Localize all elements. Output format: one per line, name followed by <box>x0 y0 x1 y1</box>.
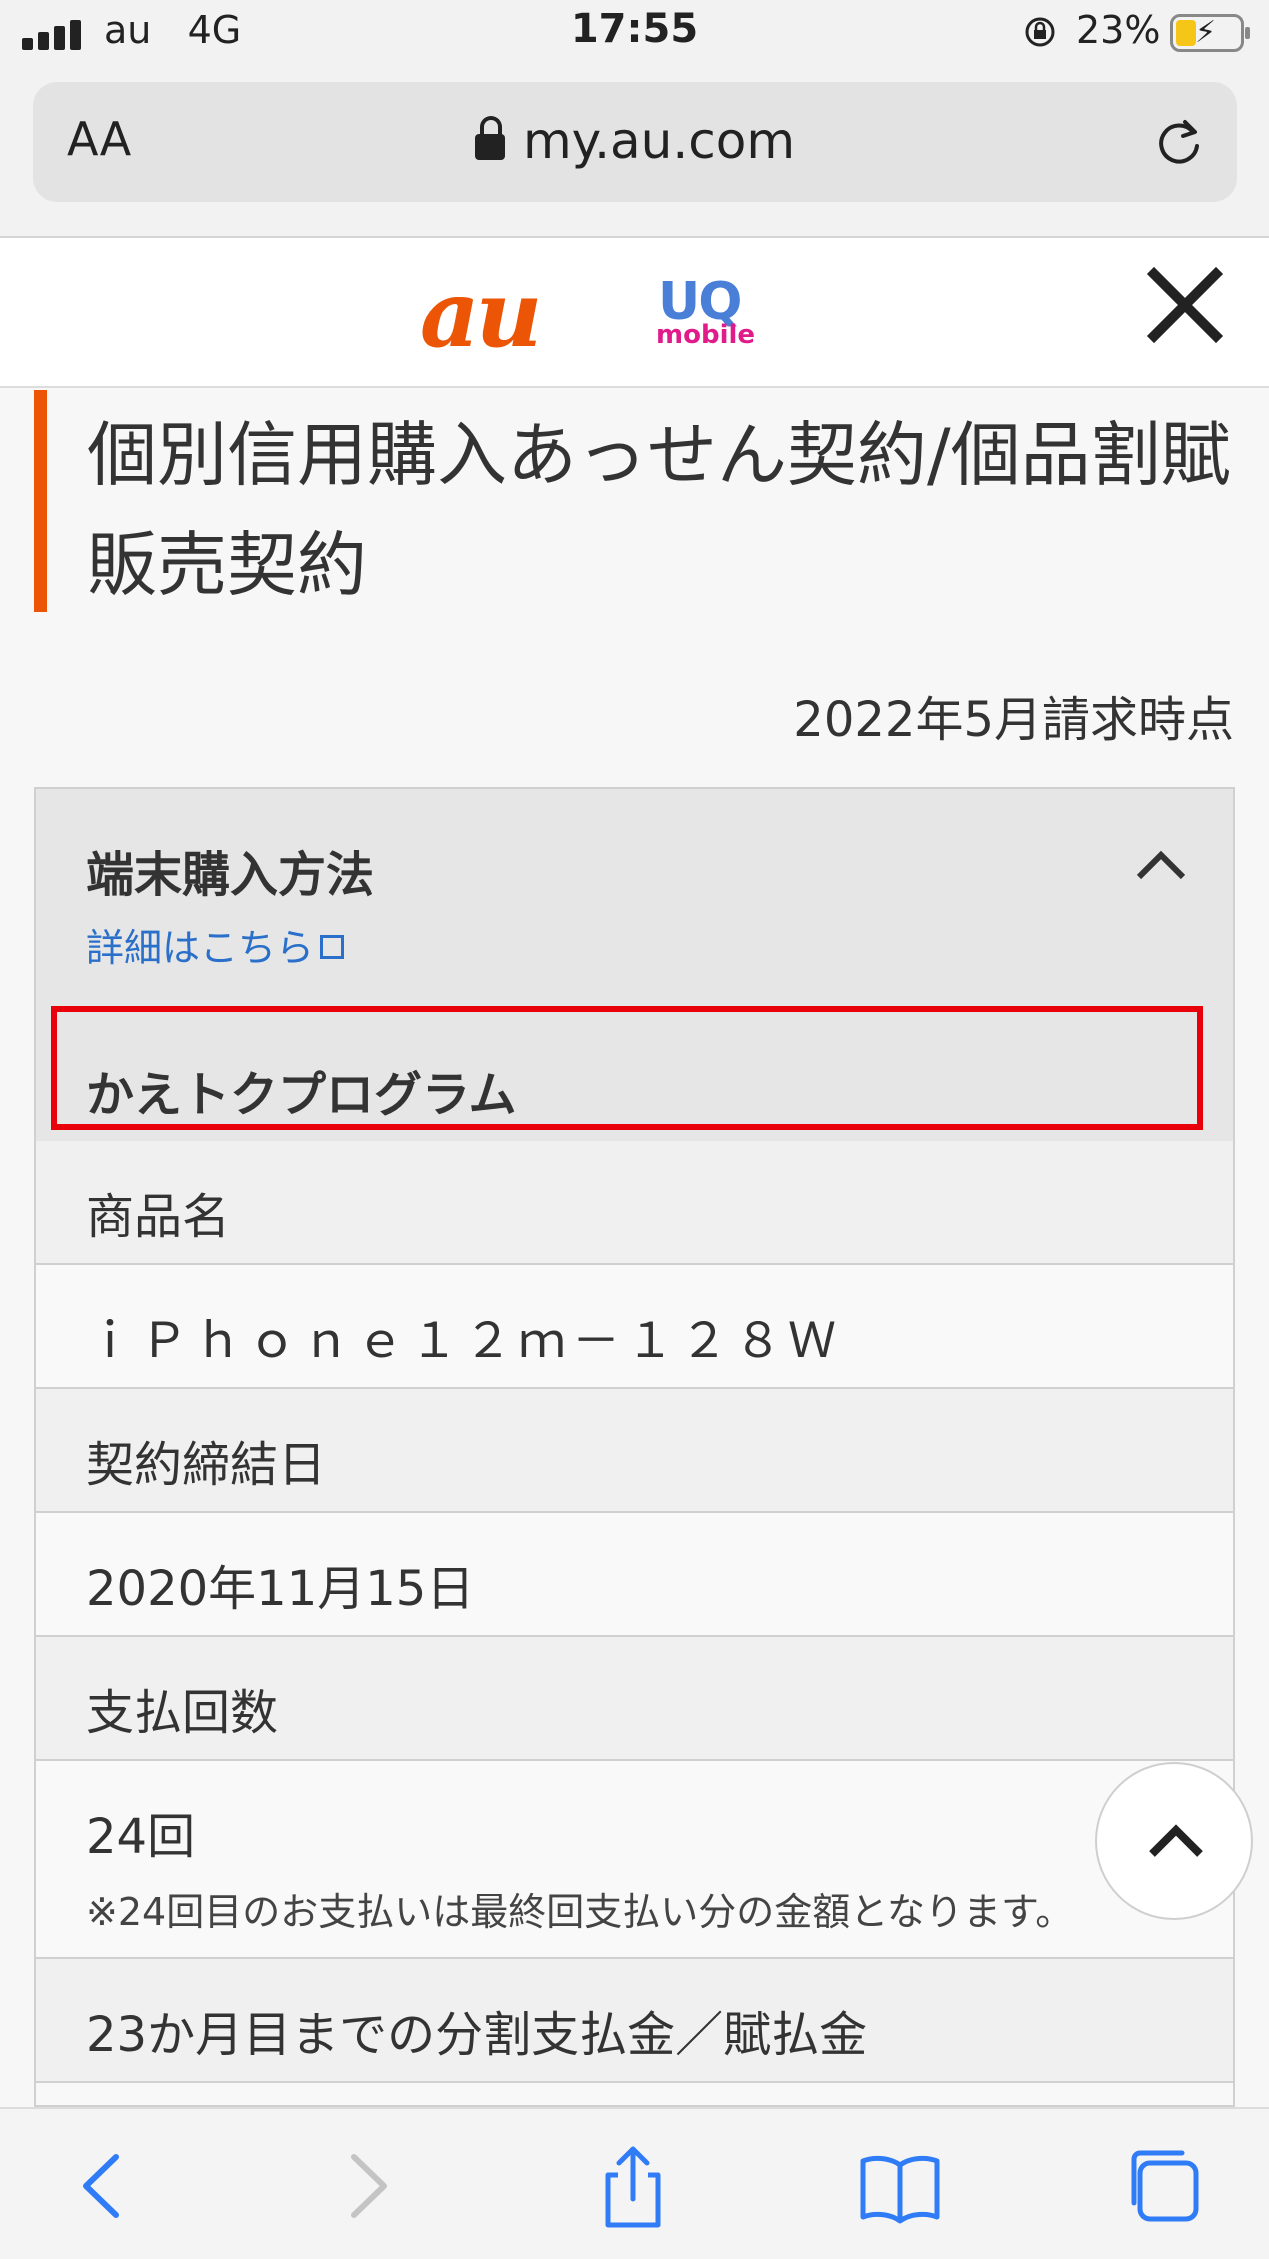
url-display[interactable]: my.au.com <box>33 112 1237 170</box>
forward-icon[interactable] <box>322 2141 412 2231</box>
value-row-product-name: ｉＰｈｏｎｅ１２ｍ－１２８Ｗ <box>36 1265 1233 1389</box>
tabs-icon[interactable] <box>1120 2141 1210 2231</box>
card-header[interactable]: 端末購入方法 詳細はこちら <box>36 789 1233 1019</box>
page-title-block: 個別信用購入あっせん契約/個品割賦販売契約 <box>34 390 1234 612</box>
row-label: 商品名 <box>86 1189 231 1245</box>
bookmarks-icon[interactable] <box>855 2141 945 2231</box>
browser-toolbar <box>0 2107 1269 2259</box>
uq-mobile-logo[interactable]: UQ mobile <box>650 272 760 352</box>
scroll-to-top-button[interactable] <box>1095 1762 1253 1920</box>
row-label: 23か月目までの分割支払金／賦払金 <box>86 2007 868 2063</box>
share-icon[interactable] <box>588 2141 678 2231</box>
orientation-lock-icon <box>1025 17 1055 47</box>
row-label: 契約締結日 <box>86 1437 327 1493</box>
label-row-contract-date: 契約締結日 <box>36 1389 1233 1513</box>
address-bar[interactable]: AA my.au.com <box>33 82 1237 202</box>
as-of-date: 2022年5月請求時点 <box>793 692 1234 748</box>
row-label: 支払回数 <box>86 1685 279 1741</box>
row-value: 24回 <box>86 1809 196 1865</box>
label-row-product-name: 商品名 <box>36 1141 1233 1265</box>
chevron-up-icon <box>1149 1824 1203 1857</box>
label-row-installments: 支払回数 <box>36 1637 1233 1761</box>
value-row-contract-date: 2020年11月15日 <box>36 1513 1233 1637</box>
battery-percent: 23% <box>1076 8 1161 52</box>
site-header: au UQ mobile <box>0 238 1269 388</box>
page-title: 個別信用購入あっせん契約/個品割賦販売契約 <box>87 414 1231 606</box>
highlight-box <box>51 1006 1203 1130</box>
card-title: 端末購入方法 <box>86 847 375 903</box>
value-row-installments: 24回 ※24回目のお支払いは最終回支払い分の金額となります。 <box>36 1761 1233 1959</box>
chevron-up-icon[interactable] <box>1131 845 1191 885</box>
au-logo[interactable]: au <box>420 260 542 368</box>
close-icon[interactable] <box>1140 260 1230 350</box>
reload-icon[interactable] <box>1149 112 1209 172</box>
battery-icon: ⚡ <box>1170 14 1250 52</box>
label-row-monthly-payment: 23か月目までの分割支払金／賦払金 <box>36 1959 1233 2083</box>
browser-address-area: AA my.au.com <box>0 70 1269 238</box>
external-link-icon <box>320 935 345 959</box>
lock-icon <box>474 116 505 160</box>
purchase-method-card: 端末購入方法 詳細はこちら かえトクプログラム 商品名 ｉＰｈｏｎｅ１２ｍ－１２… <box>34 787 1235 2107</box>
url-text: my.au.com <box>522 112 796 170</box>
details-link[interactable]: 詳細はこちら <box>86 917 345 972</box>
status-bar: au 4G 17:55 23% ⚡ <box>0 0 1269 70</box>
row-note: ※24回目のお支払いは最終回支払い分の金額となります。 <box>86 1890 1074 1934</box>
row-value: 2020年11月15日 <box>86 1561 475 1617</box>
back-icon[interactable] <box>58 2141 148 2231</box>
row-value: ｉＰｈｏｎｅ１２ｍ－１２８Ｗ <box>86 1313 843 1369</box>
